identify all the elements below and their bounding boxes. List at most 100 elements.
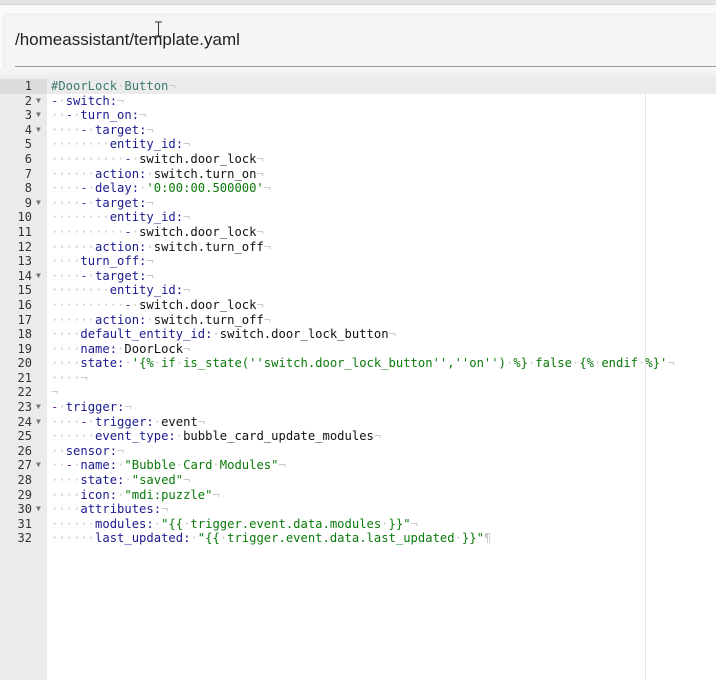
yaml-value: switch.door_lock	[139, 297, 257, 312]
yaml-key: target:	[95, 195, 147, 210]
line-number: 8	[0, 181, 32, 196]
code-line: 6 ·········· · ¬ - switch.door_lock	[0, 152, 716, 167]
yaml-string-value: '0:00:00.500000'	[146, 181, 264, 196]
yaml-value: DoorLock	[124, 341, 184, 356]
editor-toolbar-band	[0, 67, 716, 79]
file-path-title: /homeassistant/template.yaml	[15, 30, 240, 49]
fold-arrow-icon[interactable]: ▼	[36, 108, 41, 123]
yaml-key: entity_id:	[109, 210, 184, 225]
line-number-text: 31	[17, 516, 32, 531]
line-number-text: 23	[17, 400, 32, 415]
fold-arrow-icon[interactable]: ▼	[36, 123, 41, 138]
list-dash: -	[80, 122, 88, 137]
fold-arrow-icon[interactable]: ▼	[36, 415, 41, 430]
yaml-string-value: "saved"	[131, 473, 184, 488]
yaml-key: switch:	[65, 93, 118, 108]
code-line: 16 ·········· · ¬ - switch.door_lock	[0, 298, 716, 313]
line-content: state: "saved"	[51, 473, 183, 488]
code-line: 18 ···· · ¬ default_entity_id: switch.doo…	[0, 327, 716, 342]
code-line: 4 ▼ ···· · ¬ - target:	[0, 123, 716, 138]
fold-arrow-icon[interactable]: ▼	[36, 400, 41, 415]
fold-arrow-icon[interactable]: ▼	[36, 94, 41, 109]
line-content: modules: "{{ trigger.event.data.modules …	[51, 517, 411, 532]
line-content: sensor:	[51, 444, 117, 459]
code-line: 13 ···· ¬ turn_off:	[0, 254, 716, 269]
line-number: 31	[0, 517, 32, 532]
line-number-text: 9	[24, 195, 32, 210]
line-number-text: 27	[17, 458, 32, 473]
code-editor[interactable]: 1 · ¬ #DoorLock Button 2 ▼ · ¬ - switch: 3 ▼ ··…	[0, 79, 716, 680]
line-number: 27	[0, 458, 32, 473]
line-number: 21	[0, 371, 32, 386]
code-lines[interactable]: 1 · ¬ #DoorLock Button 2 ▼ · ¬ - switch: 3 ▼ ··…	[0, 79, 716, 546]
line-number: 26	[0, 444, 32, 459]
yaml-key: icon:	[80, 487, 118, 502]
text-cursor-icon	[155, 21, 162, 37]
yaml-key: turn_off:	[80, 254, 147, 269]
line-number: 25	[0, 429, 32, 444]
whitespace-markers: ¬	[51, 385, 59, 400]
line-content: default_entity_id: switch.door_lock_butt…	[51, 327, 388, 342]
line-number-text: 6	[24, 151, 32, 166]
line-number-text: 32	[17, 531, 32, 546]
code-line: 27 ▼ ·· · · · · ¬ - name: "Bubble Card Mod…	[0, 458, 716, 473]
line-number-text: 18	[17, 327, 32, 342]
code-line: 29 ···· · ¬ icon: "mdi:puzzle"	[0, 488, 716, 503]
line-content: #DoorLock Button	[51, 79, 168, 94]
line-number-text: 29	[17, 487, 32, 502]
line-content: action: switch.turn_off	[51, 313, 264, 328]
fold-arrow-icon[interactable]: ▼	[36, 269, 41, 284]
code-line: 23 ▼ · ¬ - trigger:	[0, 400, 716, 415]
fold-arrow-icon[interactable]: ▼	[36, 458, 41, 473]
line-number-text: 4	[24, 122, 32, 137]
line-content: - turn_on:	[51, 108, 139, 123]
code-line: 12 ······ · ¬ action: switch.turn_off	[0, 240, 716, 255]
yaml-key: action:	[95, 239, 147, 254]
line-number: 14	[0, 269, 32, 284]
line-content: last_updated: "{{ trigger.event.data.las…	[51, 531, 484, 546]
line-number: 29	[0, 488, 32, 503]
line-number: 1	[0, 79, 47, 94]
line-number: 24	[0, 415, 32, 430]
fold-arrow-icon[interactable]: ▼	[36, 502, 41, 517]
line-number: 17	[0, 313, 32, 328]
code-line: 10 ········ ¬ entity_id:	[0, 210, 716, 225]
code-line: 31 ······ · · · ¬ modules: "{{ trigger.ev…	[0, 517, 716, 532]
list-dash: -	[124, 224, 132, 239]
line-number-text: 8	[24, 181, 32, 196]
line-content: icon: "mdi:puzzle"	[51, 488, 212, 503]
code-line: 21 ····¬	[0, 371, 716, 386]
code-line: 22 ¬	[0, 385, 716, 400]
yaml-key: state:	[80, 356, 125, 371]
line-content: name: DoorLock	[51, 342, 183, 357]
line-content: entity_id:	[51, 137, 183, 152]
list-dash: -	[80, 195, 88, 210]
line-number-text: 20	[17, 356, 32, 371]
line-content: attributes:	[51, 502, 161, 517]
line-number: 10	[0, 210, 32, 225]
line-number-text: 5	[24, 137, 32, 152]
line-content: - switch.door_lock	[51, 298, 256, 313]
line-number: 32	[0, 531, 32, 546]
line-content: - trigger:	[51, 400, 124, 415]
fold-arrow-icon[interactable]: ▼	[36, 196, 41, 211]
line-number-text: 21	[17, 370, 32, 385]
